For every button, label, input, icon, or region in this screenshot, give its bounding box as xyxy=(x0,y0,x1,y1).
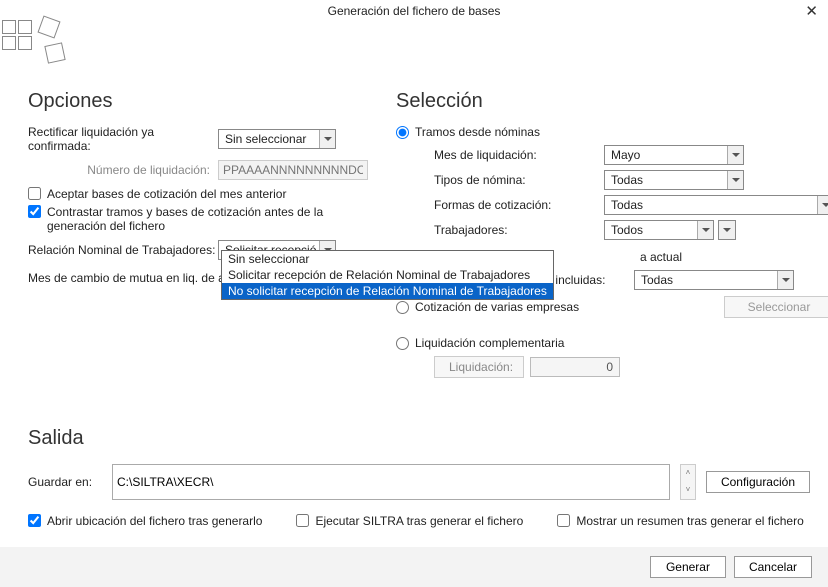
mostrar-resumen-label: Mostrar un resumen tras generar el fiche… xyxy=(576,514,803,528)
seleccionar-button: Seleccionar xyxy=(724,296,828,318)
abrir-ubicacion-row[interactable]: Abrir ubicación del fichero tras generar… xyxy=(28,514,262,528)
mes-liq-value: Mayo xyxy=(605,146,727,164)
rectificar-select-value: Sin seleccionar xyxy=(219,130,319,148)
mes-liq-label: Mes de liquidación: xyxy=(434,148,604,162)
num-liq-label: Número de liquidación: xyxy=(28,163,218,177)
trabajadores-label: Trabajadores: xyxy=(434,223,604,237)
cuentas-value: Todas xyxy=(635,271,777,289)
chevron-down-icon[interactable] xyxy=(719,221,735,239)
tramos-nominas-radio[interactable] xyxy=(396,126,409,139)
rnt-option-1[interactable]: Solicitar recepción de Relación Nominal … xyxy=(222,267,553,283)
rnt-option-0[interactable]: Sin seleccionar xyxy=(222,251,553,267)
chevron-down-icon[interactable] xyxy=(817,196,828,214)
tipos-nomina-value: Todas xyxy=(605,171,727,189)
ejecutar-siltra-row[interactable]: Ejecutar SILTRA tras generar el fichero xyxy=(296,514,523,528)
tipos-nomina-select[interactable]: Todas xyxy=(604,170,744,190)
mostrar-resumen-row[interactable]: Mostrar un resumen tras generar el fiche… xyxy=(557,514,803,528)
scroll-down-icon[interactable]: ˅ xyxy=(681,482,695,499)
formas-cot-label: Formas de cotización: xyxy=(434,198,604,212)
rnt-label: Relación Nominal de Trabajadores: xyxy=(28,243,218,257)
trabajadores-value: Todos xyxy=(605,221,697,239)
mostrar-resumen-checkbox[interactable] xyxy=(557,514,570,527)
app-logo xyxy=(0,18,72,76)
mes-liq-select[interactable]: Mayo xyxy=(604,145,744,165)
window-title: Generación del fichero de bases xyxy=(328,4,501,18)
dialog-button-bar: Generar Cancelar xyxy=(0,547,828,587)
trabajadores-extra-select[interactable] xyxy=(718,220,736,240)
configuracion-button[interactable]: Configuración xyxy=(706,471,810,493)
liq-complementaria-label: Liquidación complementaria xyxy=(415,336,564,350)
num-liq-input xyxy=(218,160,368,180)
aceptar-bases-label: Aceptar bases de cotización del mes ante… xyxy=(47,187,286,201)
abrir-ubicacion-label: Abrir ubicación del fichero tras generar… xyxy=(47,514,262,528)
contrastar-checkbox[interactable] xyxy=(28,205,41,218)
opciones-heading: Opciones xyxy=(28,90,368,113)
formas-cot-select[interactable]: Todas xyxy=(604,195,828,215)
chevron-down-icon[interactable] xyxy=(777,271,793,289)
close-icon[interactable]: ✕ xyxy=(805,2,818,20)
varias-empresas-label: Cotización de varias empresas xyxy=(415,300,579,314)
cuentas-select[interactable]: Todas xyxy=(634,270,794,290)
scroll-up-icon[interactable]: ˄ xyxy=(681,465,695,482)
ejecutar-siltra-checkbox[interactable] xyxy=(296,514,309,527)
guardar-input[interactable] xyxy=(112,464,670,500)
abrir-ubicacion-checkbox[interactable] xyxy=(28,514,41,527)
liquidacion-button: Liquidación: xyxy=(434,356,524,378)
salida-heading: Salida xyxy=(28,427,810,450)
empresa-actual-label-tail: a actual xyxy=(640,250,682,264)
cancelar-button[interactable]: Cancelar xyxy=(734,556,812,578)
chevron-down-icon[interactable] xyxy=(727,146,743,164)
formas-cot-value: Todas xyxy=(605,196,817,214)
seleccion-heading: Selección xyxy=(396,90,828,113)
contrastar-label: Contrastar tramos y bases de cotización … xyxy=(47,205,347,233)
varias-empresas-radio[interactable] xyxy=(396,301,409,314)
tramos-nominas-label: Tramos desde nóminas xyxy=(415,125,540,139)
rectificar-select[interactable]: Sin seleccionar xyxy=(218,129,336,149)
chevron-down-icon[interactable] xyxy=(319,130,335,148)
rnt-dropdown-list[interactable]: Sin seleccionar Solicitar recepción de R… xyxy=(221,250,554,300)
rectificar-label: Rectificar liquidación ya confirmada: xyxy=(28,125,218,153)
aceptar-bases-checkbox[interactable] xyxy=(28,187,41,200)
chevron-down-icon[interactable] xyxy=(697,221,713,239)
generar-button[interactable]: Generar xyxy=(650,556,726,578)
path-scroll[interactable]: ˄ ˅ xyxy=(680,464,696,500)
rnt-option-2[interactable]: No solicitar recepción de Relación Nomin… xyxy=(222,283,553,299)
liq-complementaria-radio[interactable] xyxy=(396,337,409,350)
tipos-nomina-label: Tipos de nómina: xyxy=(434,173,604,187)
chevron-down-icon[interactable] xyxy=(727,171,743,189)
trabajadores-select[interactable]: Todos xyxy=(604,220,714,240)
guardar-label: Guardar en: xyxy=(28,475,102,489)
liquidacion-value: 0 xyxy=(530,357,620,377)
ejecutar-siltra-label: Ejecutar SILTRA tras generar el fichero xyxy=(315,514,523,528)
